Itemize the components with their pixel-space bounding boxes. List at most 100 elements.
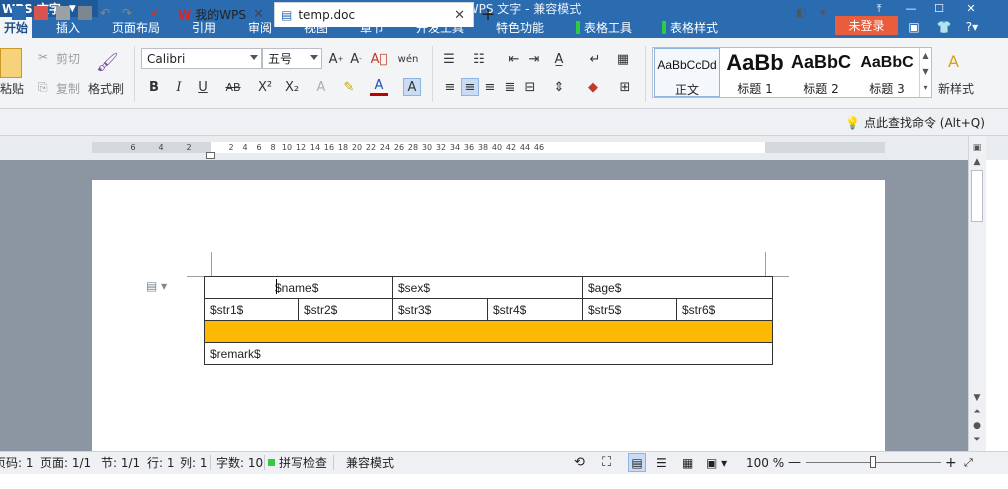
minimize-icon[interactable]: —	[900, 0, 922, 17]
save-icon[interactable]	[12, 6, 26, 20]
table-cell[interactable]: $str6$	[676, 298, 773, 321]
tab-table-tools[interactable]: 表格工具	[576, 17, 632, 38]
style-heading-3[interactable]: AaBbC 标题 3	[854, 48, 920, 97]
table-cell[interactable]: $sex$	[392, 276, 583, 299]
format-painter-button[interactable]: 格式刷	[88, 80, 124, 97]
navigation-pane-icon[interactable]: ▣	[971, 142, 983, 154]
underline-icon[interactable]: U	[194, 78, 212, 96]
help-icon[interactable]: ?▾	[962, 17, 982, 37]
paste-button[interactable]: 粘贴	[0, 80, 24, 97]
increase-indent-icon[interactable]: ⇥	[525, 50, 543, 68]
tab-settings-icon[interactable]: ◧	[796, 6, 810, 20]
close-icon[interactable]: ✕	[253, 7, 264, 22]
scroll-up-icon[interactable]: ▲	[971, 156, 983, 168]
fit-window-icon[interactable]: ⤢	[964, 451, 973, 474]
align-left-icon[interactable]: ≡	[441, 78, 459, 96]
decrease-indent-icon[interactable]: ⇤	[505, 50, 523, 68]
table-cell[interactable]: $str1$	[204, 298, 299, 321]
cut-button[interactable]: 剪切	[56, 50, 80, 67]
font-name-combo[interactable]: Calibri	[141, 48, 262, 69]
indent-marker[interactable]	[206, 152, 215, 159]
new-tab-button[interactable]: +	[478, 2, 498, 27]
next-page-icon[interactable]: ⏷	[971, 434, 983, 446]
zoom-slider-thumb[interactable]	[870, 456, 876, 468]
font-size-combo[interactable]: 五号	[262, 48, 322, 69]
skin-icon[interactable]: ▣	[904, 17, 924, 37]
numbered-list-icon[interactable]: ☷	[470, 50, 488, 68]
superscript-icon[interactable]: X²	[256, 78, 274, 96]
text-effect-icon[interactable]: A	[312, 78, 330, 96]
undo-icon[interactable]: ↶	[100, 6, 114, 20]
tab-page-layout[interactable]: 页面布局	[112, 17, 160, 38]
close-icon[interactable]: ✕	[454, 8, 465, 23]
chinese-layout-icon[interactable]: A̲	[550, 50, 568, 68]
web-view-icon[interactable]: ▦	[682, 451, 693, 474]
full-screen-icon[interactable]: ⛶	[602, 451, 611, 474]
bold-icon[interactable]: B	[145, 78, 163, 96]
strikethrough-icon[interactable]: AB	[222, 78, 244, 96]
revision-icon[interactable]: ⟲	[574, 451, 585, 474]
print-icon[interactable]	[56, 6, 70, 20]
align-center-icon[interactable]: ≡	[461, 78, 479, 96]
subscript-icon[interactable]: X₂	[283, 78, 301, 96]
bullet-list-icon[interactable]: ☰	[440, 50, 458, 68]
style-normal[interactable]: AaBbCcDd 正文	[654, 48, 720, 97]
borders-icon[interactable]: ⊞	[616, 78, 634, 96]
new-style-icon[interactable]: A	[948, 50, 974, 72]
login-button[interactable]: 未登录	[835, 16, 898, 35]
tab-temp-doc[interactable]: ▤ temp.doc ✕	[274, 2, 474, 27]
char-shading-icon[interactable]: A	[403, 78, 421, 96]
copy-icon[interactable]: ⎘	[38, 80, 48, 95]
status-word-count[interactable]: 字数: 10	[216, 451, 263, 474]
status-section[interactable]: 节: 1/1	[101, 451, 140, 474]
table-cell[interactable]: $str4$	[487, 298, 583, 321]
table-cell[interactable]: $remark$	[204, 342, 773, 365]
zoom-out-icon[interactable]: —	[788, 451, 801, 474]
table-cell[interactable]: $age$	[582, 276, 773, 299]
table-cell[interactable]: $str3$	[392, 298, 488, 321]
close-icon[interactable]: ✕	[960, 0, 982, 17]
table-grid-icon[interactable]: ▦	[614, 50, 632, 68]
zoom-in-icon[interactable]: +	[945, 451, 957, 474]
italic-icon[interactable]: I	[170, 78, 188, 96]
export-pdf-icon[interactable]	[34, 6, 48, 20]
align-right-icon[interactable]: ≡	[481, 78, 499, 96]
zoom-level[interactable]: 100 %	[746, 451, 784, 474]
scroll-down-icon[interactable]: ▼	[971, 392, 983, 404]
restore-skin-icon[interactable]: ⤒	[868, 0, 890, 17]
table-cell[interactable]: $name$	[204, 276, 393, 299]
tab-my-wps[interactable]: W 我的WPS ✕	[172, 2, 272, 27]
justify-icon[interactable]: ≣	[501, 78, 519, 96]
paragraph-layout-icon[interactable]: ▤ ▾	[146, 279, 167, 293]
copy-button[interactable]: 复制	[56, 80, 80, 97]
browse-object-icon[interactable]: ●	[971, 420, 983, 432]
distribute-icon[interactable]: ⊟	[521, 78, 539, 96]
style-gallery-scroll[interactable]: ▲ ▼ ▾	[919, 48, 931, 97]
command-search[interactable]: 💡 点此查找命令 (Alt+Q)	[845, 109, 985, 136]
show-marks-icon[interactable]: ↵	[586, 50, 604, 68]
customize-qat-icon[interactable]: ✔	[150, 6, 164, 20]
style-heading-2[interactable]: AaBbC 标题 2	[788, 48, 854, 97]
table-cell[interactable]: $str5$	[582, 298, 677, 321]
redo-icon[interactable]: ↷	[122, 6, 136, 20]
font-color-icon[interactable]: A	[370, 78, 388, 96]
prev-page-icon[interactable]: ⏶	[971, 406, 983, 418]
reading-view-icon[interactable]: ▣ ▾	[706, 451, 727, 474]
tab-table-style[interactable]: 表格样式	[662, 17, 718, 38]
table-cell-highlighted[interactable]	[204, 320, 773, 343]
outline-view-icon[interactable]: ☰	[656, 451, 667, 474]
cut-icon[interactable]: ✂	[38, 50, 48, 64]
print-preview-icon[interactable]	[78, 6, 92, 20]
style-heading-1[interactable]: AaBb 标题 1	[722, 48, 788, 97]
page-view-icon[interactable]: ▤	[628, 453, 646, 472]
pinyin-icon[interactable]: wén	[396, 50, 420, 68]
highlight-icon[interactable]: ✎	[340, 78, 358, 96]
shrink-font-icon[interactable]: A-	[347, 50, 365, 68]
tab-insert[interactable]: 插入	[56, 17, 80, 38]
shading-icon[interactable]: ◆	[584, 78, 602, 96]
paste-icon[interactable]	[0, 48, 22, 78]
clear-format-icon[interactable]: A⃥	[370, 50, 388, 68]
new-style-button[interactable]: 新样式	[938, 80, 974, 97]
shirt-icon[interactable]: 👕	[934, 17, 954, 37]
spell-check-toggle[interactable]: 拼写检查	[268, 451, 327, 474]
